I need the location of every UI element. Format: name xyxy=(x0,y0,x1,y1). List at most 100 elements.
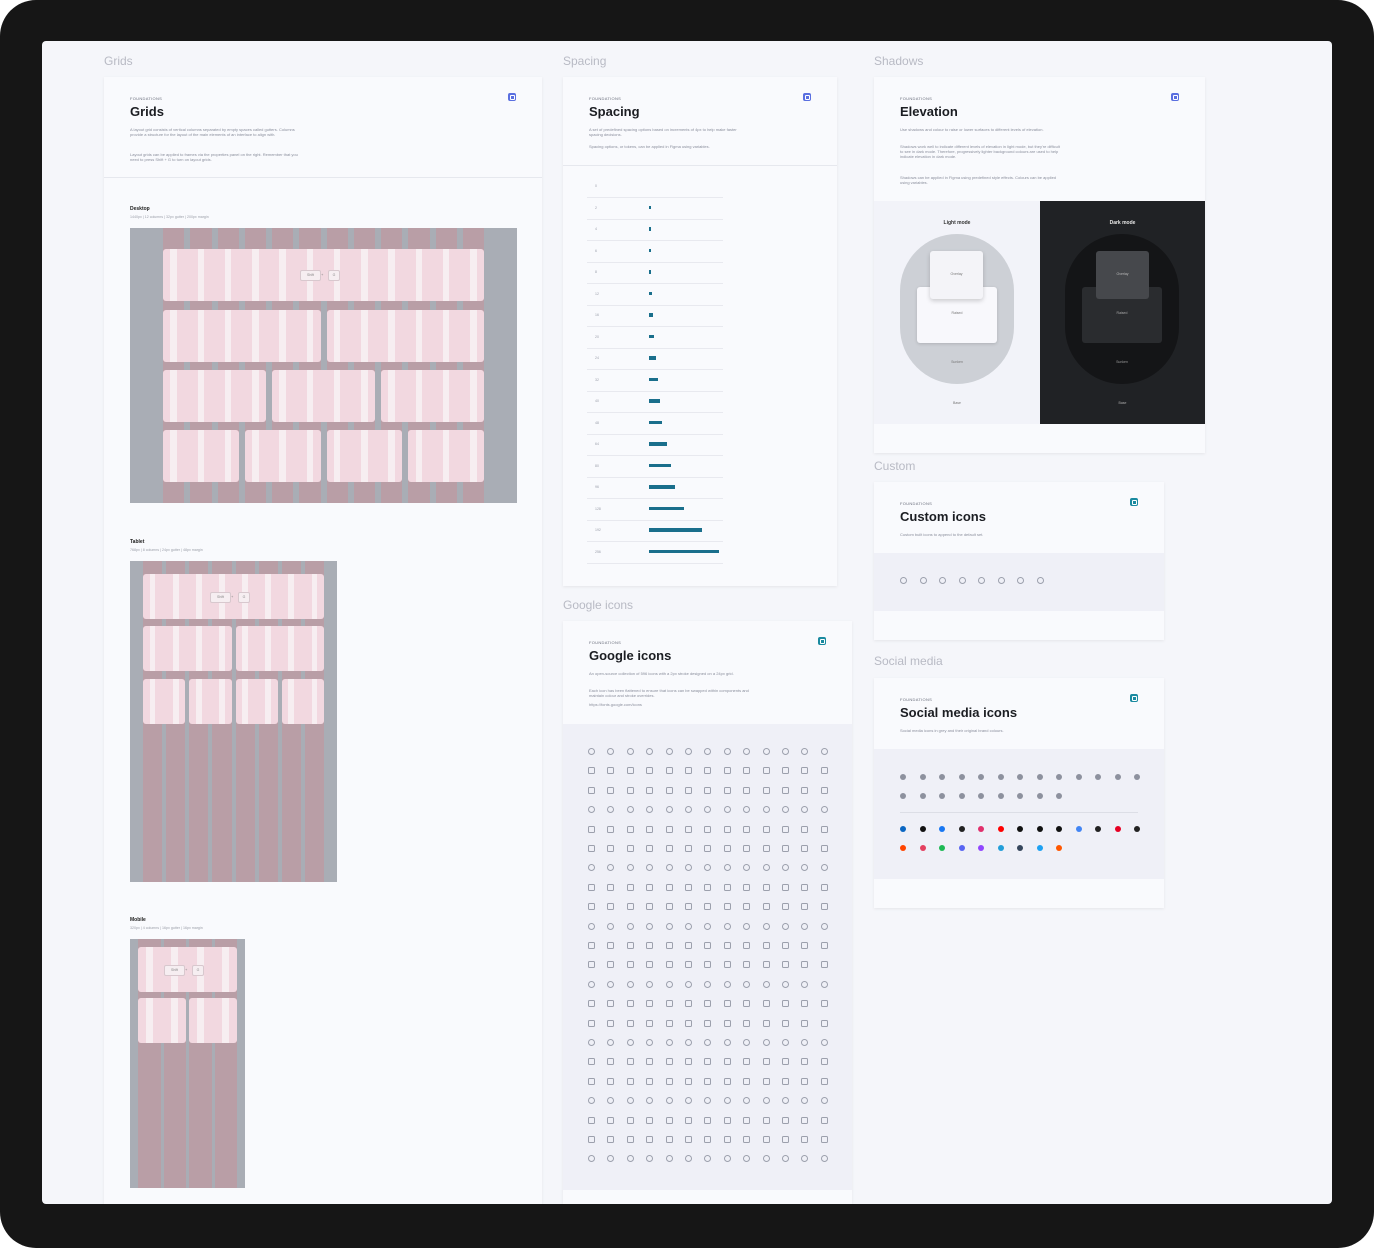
raised-label: Raised xyxy=(1116,311,1128,315)
material-icon xyxy=(820,1058,828,1066)
material-icon xyxy=(801,1000,809,1008)
grid-block-stripe xyxy=(252,430,259,482)
material-icon xyxy=(704,1077,712,1085)
material-icon xyxy=(588,1077,595,1085)
material-icon xyxy=(588,883,595,891)
material-icon xyxy=(626,1019,634,1027)
desktop-meta: 1440px | 12 columns | 32px gutter | 200p… xyxy=(130,215,209,219)
material-icon xyxy=(782,1116,789,1124)
grid-block-stripe xyxy=(361,430,368,482)
material-icon xyxy=(626,961,634,969)
social-icon-brand xyxy=(1017,826,1023,832)
custom-icons-card[interactable]: FOUNDATIONS Custom icons Custom built ic… xyxy=(874,482,1164,640)
spacing-label: 12 xyxy=(595,291,599,296)
material-icon xyxy=(685,806,692,814)
spacing-label: 192 xyxy=(595,528,601,532)
grids-card[interactable]: FOUNDATIONS Grids A layout grid consists… xyxy=(104,77,542,1204)
shortcut-key-shift: Shift xyxy=(300,270,321,281)
spacing-row: 8 xyxy=(587,262,723,284)
light-mode-panel: Light mode Sunken Raised Overlay Base xyxy=(874,201,1040,424)
material-icon xyxy=(762,961,770,969)
material-icon xyxy=(685,1136,692,1143)
grid-block-stripe xyxy=(415,249,423,301)
material-icon xyxy=(782,786,789,794)
social-icon-brand xyxy=(997,826,1004,832)
figma-link-icon[interactable] xyxy=(1130,498,1138,506)
material-icon xyxy=(685,961,692,969)
grid-block-stripe xyxy=(311,626,318,671)
spacing-row: 2 xyxy=(587,198,723,220)
material-icon xyxy=(743,903,751,911)
social-icon-brand xyxy=(978,826,984,832)
material-icon xyxy=(820,980,828,988)
custom-icon xyxy=(978,577,985,584)
material-icon xyxy=(588,1058,595,1066)
material-icon xyxy=(762,864,770,872)
material-icon xyxy=(665,883,673,891)
grids-description-2: Layout grids can be applied to frames vi… xyxy=(130,152,298,162)
material-icon xyxy=(588,1136,595,1143)
material-icon xyxy=(646,864,654,872)
material-icon xyxy=(646,845,654,852)
material-icon xyxy=(685,845,692,852)
figma-link-icon[interactable] xyxy=(1130,694,1138,702)
material-icon xyxy=(723,1077,731,1085)
material-icon xyxy=(646,1058,654,1066)
figma-link-icon[interactable] xyxy=(1171,93,1179,101)
material-icon xyxy=(782,961,789,969)
material-icon xyxy=(646,903,654,911)
social-icon-brand xyxy=(1036,826,1043,832)
grid-block xyxy=(138,947,237,992)
material-icon xyxy=(588,748,595,755)
spacing-label: 2 xyxy=(595,205,597,210)
material-icon xyxy=(762,942,770,949)
spacing-row: 256 xyxy=(587,542,723,564)
shortcut-key-g: G xyxy=(238,592,250,603)
material-icon xyxy=(801,903,809,911)
material-icon xyxy=(626,903,634,911)
spacing-row: 0 xyxy=(587,176,723,198)
material-icon xyxy=(820,942,828,949)
social-media-card[interactable]: FOUNDATIONS Social media icons Social me… xyxy=(874,678,1164,908)
material-icon xyxy=(665,786,673,794)
material-icon xyxy=(782,883,789,891)
material-icon xyxy=(704,806,712,814)
grid-block-stripe xyxy=(415,430,423,482)
social-icon-brand xyxy=(958,845,965,851)
grid-block-stripe xyxy=(149,574,156,619)
google-icons-card[interactable]: FOUNDATIONS Google icons An open-source … xyxy=(563,621,852,1204)
material-icon xyxy=(820,1019,828,1027)
social-icon-brand xyxy=(1056,826,1062,832)
canvas[interactable]: Grids Spacing Shadows Custom Google icon… xyxy=(42,41,1332,1204)
spacing-card[interactable]: FOUNDATIONS Spacing A set of predefined … xyxy=(563,77,837,586)
grid-block-stripe xyxy=(265,679,272,724)
material-icon xyxy=(665,903,673,911)
material-icon xyxy=(782,1077,789,1085)
material-icon xyxy=(723,1019,731,1027)
grid-block xyxy=(189,679,232,724)
material-icon xyxy=(626,767,634,775)
social-media-title: Social media icons xyxy=(900,705,1018,720)
sunken-label: Sunken xyxy=(951,360,963,364)
spacing-label: 32 xyxy=(595,377,599,382)
material-icon xyxy=(626,1039,634,1046)
figma-link-icon[interactable] xyxy=(508,93,516,101)
material-icon xyxy=(704,864,712,872)
figma-link-icon[interactable] xyxy=(803,93,811,101)
elevation-card[interactable]: FOUNDATIONS Elevation Use shadows and co… xyxy=(874,77,1205,453)
material-icon xyxy=(685,1097,692,1105)
social-icon-grey xyxy=(939,793,945,799)
social-icon-brand xyxy=(939,826,945,832)
material-icon xyxy=(588,1019,595,1027)
material-icon xyxy=(820,845,828,852)
grids-title: Grids xyxy=(130,104,164,119)
figma-link-icon[interactable] xyxy=(818,637,826,645)
dark-mode-title: Dark mode xyxy=(1109,220,1136,226)
grid-block-stripe xyxy=(219,679,225,724)
google-icons-link[interactable]: https://fonts.google.com/icons xyxy=(589,702,749,707)
grid-block xyxy=(163,430,239,482)
grid-block xyxy=(163,249,484,301)
material-icon xyxy=(626,1000,634,1008)
material-icon xyxy=(782,980,789,988)
material-icon xyxy=(685,922,692,930)
